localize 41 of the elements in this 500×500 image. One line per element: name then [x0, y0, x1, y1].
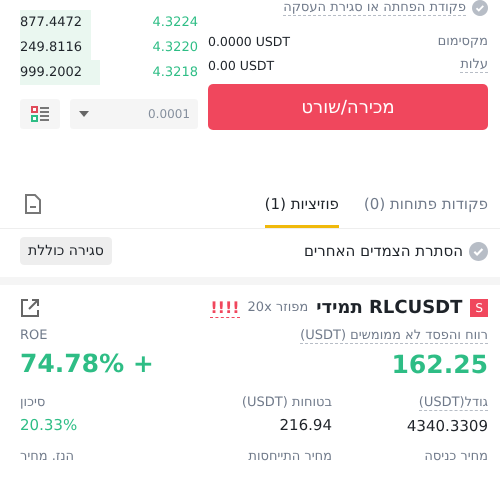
stat-label: הנז. מחיר: [20, 449, 74, 464]
order-price: 4.3224: [152, 15, 198, 30]
checkbox[interactable]: [469, 242, 488, 260]
hide-other-pairs-label: הסתרת הצמדים האחרים: [304, 242, 463, 260]
reduce-only-label: פקודת הפחתה או סגירת העסקה: [283, 0, 466, 16]
order-amount: 877.4472: [20, 10, 92, 35]
caret-icon: [78, 110, 90, 118]
tick-size-dropdown[interactable]: 0.0001: [70, 99, 198, 129]
info-value: 0.0000 USDT: [208, 34, 290, 48]
document-icon[interactable]: [25, 194, 41, 214]
layout-toggle-button[interactable]: [20, 99, 60, 129]
checkbox[interactable]: [472, 0, 488, 16]
list-layout-icon: [30, 104, 50, 124]
order-price: 4.3218: [152, 65, 198, 80]
share-icon[interactable]: [20, 298, 40, 318]
pnl-label: רווח והפסד לא ממומשים (USDT): [300, 328, 488, 344]
sell-short-button[interactable]: מכירה/שורט: [208, 84, 488, 130]
stat-value: 20.33%: [20, 416, 78, 434]
info-label: עלות: [460, 57, 488, 73]
stat-value: 4340.3309: [406, 417, 488, 435]
stat-label: גודל(USDT): [418, 395, 488, 411]
symbol-title: RLCUSDT תמידי: [316, 297, 462, 318]
close-all-button[interactable]: סגירה כוללת: [20, 237, 112, 265]
stat-label: בטוחות (USDT): [242, 395, 332, 410]
side-badge: S: [470, 298, 488, 316]
margin-mode: מפוזר 20x: [248, 300, 308, 315]
warning-mark: !!!!: [210, 298, 240, 318]
info-label: מקסימום: [438, 34, 488, 48]
roe-label: ROE: [20, 328, 48, 343]
order-amount: 999.2002: [20, 60, 100, 85]
tab[interactable]: פקודות פתוחות (0): [364, 180, 488, 228]
order-price: 4.3220: [152, 40, 198, 55]
roe-value: 74.78% +: [20, 349, 154, 378]
stat-label: מחיר התייחסות: [248, 449, 332, 464]
pnl-value: 162.25: [392, 350, 488, 379]
tab[interactable]: פוזיציות (1): [264, 180, 339, 228]
stat-label: מחיר כניסה: [424, 449, 488, 464]
stat-value: 216.94: [280, 416, 332, 434]
info-value: 0.00 USDT: [208, 58, 274, 72]
stat-label: סיכון: [20, 395, 46, 410]
order-amount: 249.8116: [20, 35, 92, 60]
